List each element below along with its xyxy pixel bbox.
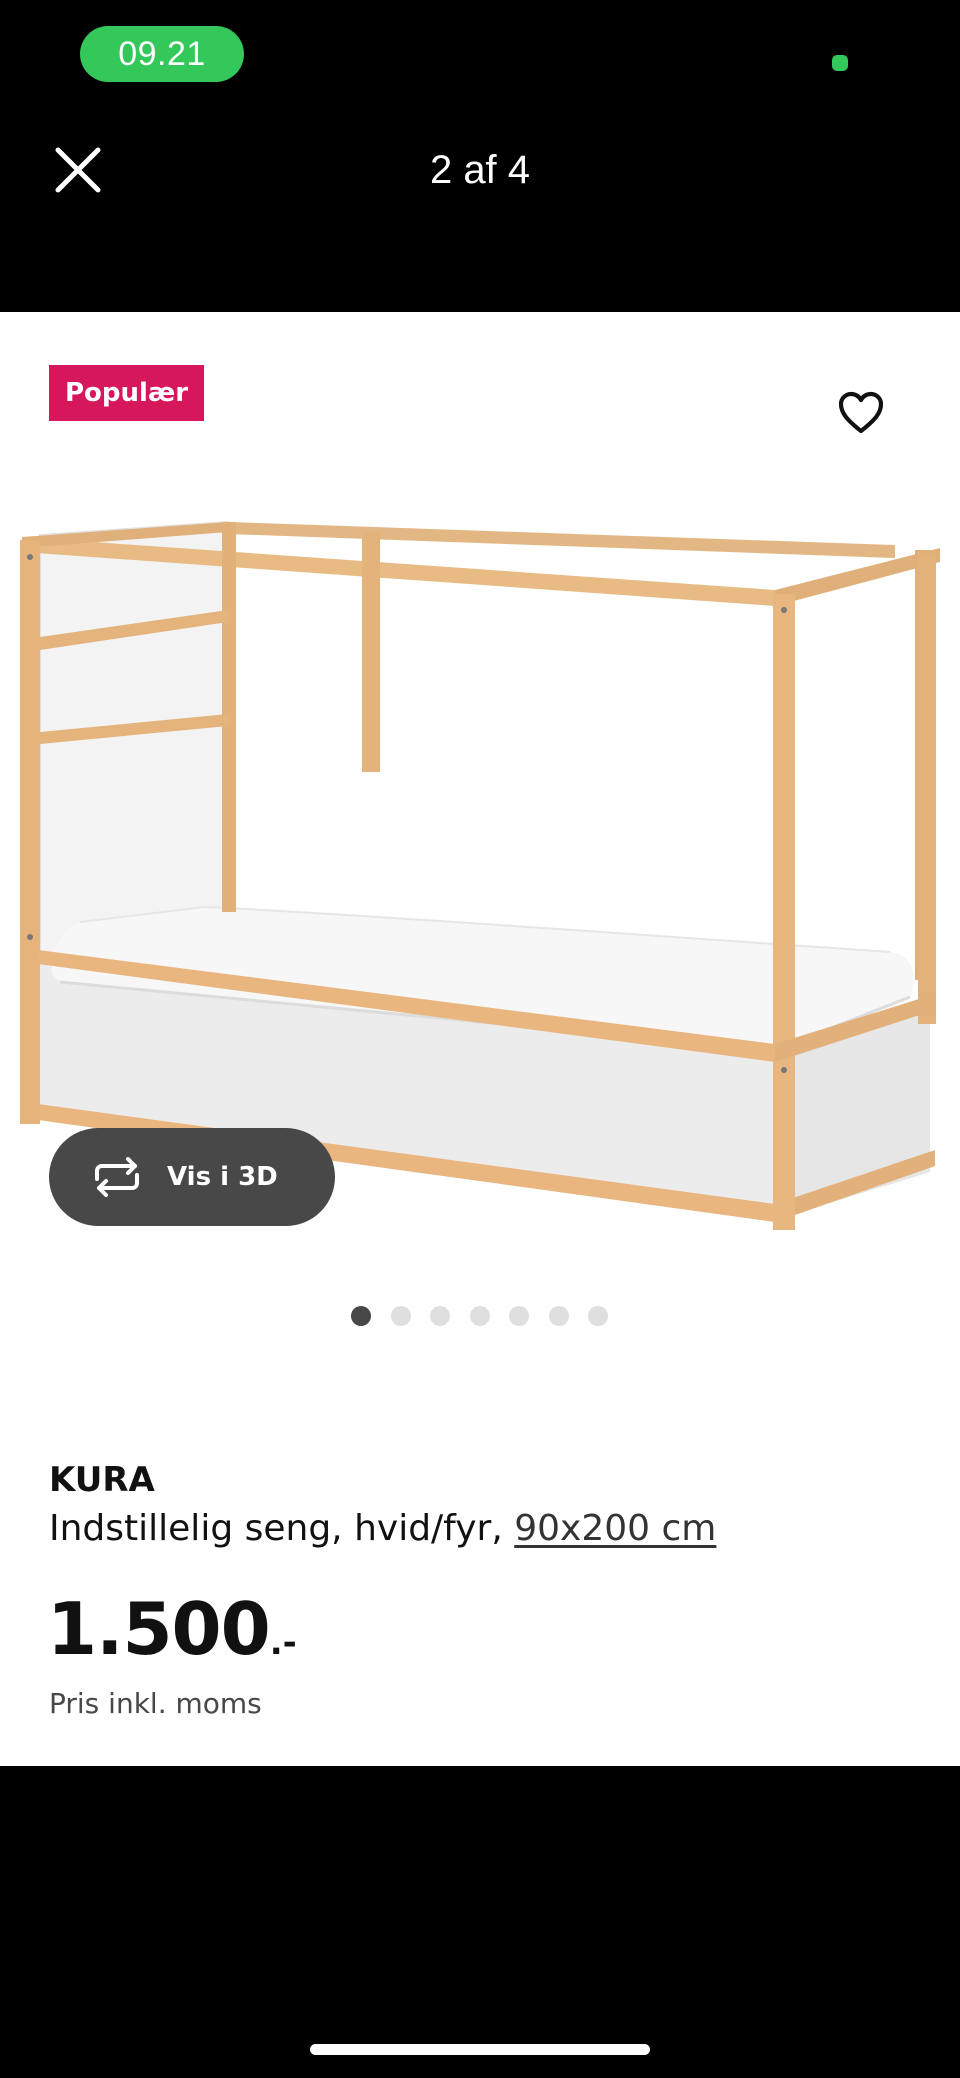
view-3d-button[interactable]: Vis i 3D [49, 1128, 335, 1226]
image-carousel-dots [351, 1306, 608, 1326]
carousel-dot[interactable] [351, 1306, 371, 1326]
carousel-dot[interactable] [588, 1306, 608, 1326]
status-time: 09.21 [80, 26, 244, 82]
bed-illustration [20, 520, 940, 1230]
view-3d-label: Vis i 3D [167, 1162, 278, 1192]
product-card: Populær Vis i 3D KURA Indstillelig seng,… [0, 312, 960, 1766]
product-description: Indstillelig seng, hvid/fyr, 90x200 cm [49, 1504, 716, 1554]
carousel-dot[interactable] [548, 1306, 569, 1326]
popular-badge: Populær [49, 365, 205, 421]
status-indicator-icon [832, 55, 848, 71]
product-description-text: Indstillelig seng, hvid/fyr, [49, 1508, 515, 1549]
price-suffix: .- [269, 1623, 297, 1663]
product-name: KURA [49, 1460, 155, 1500]
price-main: 1.500 [47, 1587, 271, 1671]
carousel-dot[interactable] [430, 1306, 450, 1326]
home-indicator[interactable] [310, 2044, 650, 2055]
carousel-dot[interactable] [469, 1306, 490, 1326]
price-note: Pris inkl. moms [49, 1687, 262, 1720]
size-link[interactable]: 90x200 cm [514, 1508, 716, 1549]
carousel-dot[interactable] [509, 1306, 529, 1326]
page-title: 2 af 4 [429, 148, 531, 192]
rotate-3d-icon [95, 1157, 139, 1197]
favorite-button[interactable] [836, 388, 886, 438]
product-image[interactable] [0, 482, 960, 1422]
heart-outline-icon [838, 391, 884, 434]
carousel-dot[interactable] [390, 1306, 411, 1326]
product-price: 1.500.- [47, 1588, 297, 1684]
